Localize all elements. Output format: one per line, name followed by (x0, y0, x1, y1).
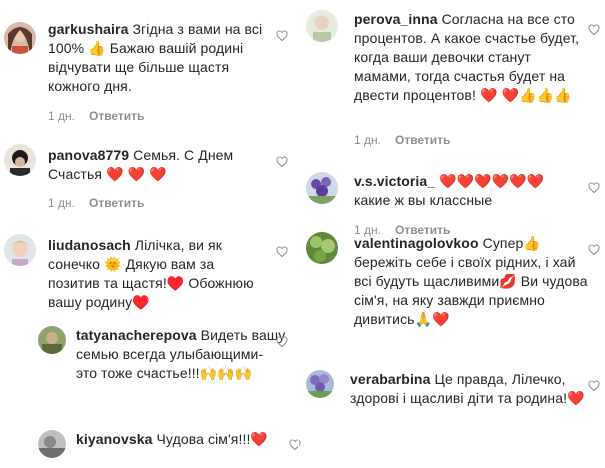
comment-username[interactable]: garkushaira (48, 21, 128, 37)
comment-garkushaira: garkushaira Згідна з вами на всі 100% 👍 Б… (0, 0, 298, 130)
reply-button[interactable]: Ответить (89, 196, 144, 210)
comment-time[interactable]: 1 дн. (48, 109, 75, 123)
reply-button[interactable]: Ответить (89, 109, 144, 123)
comment-kiyanovska: kiyanovska Чудова сім'я!!!❤️ (0, 420, 301, 468)
like-heart-icon[interactable] (588, 24, 600, 36)
comment-body: panova8779 Семья. С Днем Счастья ❤️ ❤️ ❤️ (48, 146, 248, 184)
comment-body: valentinagolovkoo Супер👍 бережіть себе і … (354, 234, 590, 329)
comment-username[interactable]: kiyanovska (76, 431, 153, 447)
comment-body: v.s.victoria_ ❤️❤️❤️❤️❤️❤️ какие ж вы кла… (354, 172, 554, 210)
like-heart-icon[interactable] (276, 30, 288, 42)
avatar[interactable] (4, 144, 36, 176)
comment-meta: 1 дн. Ответить (48, 109, 144, 123)
like-heart-icon[interactable] (276, 336, 288, 348)
reply-button[interactable]: Ответить (395, 133, 450, 147)
comment-text: Чудова сім'я!!!❤️ (156, 431, 268, 447)
like-heart-icon[interactable] (289, 439, 301, 451)
comment-body: tatyanacherepova Видеть вашу семью всегда… (76, 326, 286, 383)
comment-valentinagolovkoo: valentinagolovkoo Супер👍 бережіть себе і … (300, 224, 605, 344)
avatar[interactable] (306, 10, 338, 42)
avatar[interactable] (306, 370, 334, 398)
comment-body: perova_inna Согласна на все сто процентов… (354, 10, 590, 105)
avatar[interactable] (306, 172, 338, 204)
comment-username[interactable]: valentinagolovkoo (354, 235, 479, 251)
comment-username[interactable]: tatyanacherepova (76, 327, 197, 343)
column-divider (298, 0, 299, 468)
avatar[interactable] (38, 326, 66, 354)
comment-tatyanacherepova: tatyanacherepova Видеть вашу семью всегда… (0, 322, 298, 402)
comment-username[interactable]: verabarbina (350, 371, 430, 387)
comment-body: garkushaira Згідна з вами на всі 100% 👍 Б… (48, 20, 278, 96)
comment-time[interactable]: 1 дн. (48, 196, 75, 210)
comment-time[interactable]: 1 дн. (354, 133, 381, 147)
comment-meta: 1 дн. Ответить (48, 196, 144, 210)
like-heart-icon[interactable] (588, 182, 600, 194)
comment-username[interactable]: perova_inna (354, 11, 438, 27)
like-heart-icon[interactable] (276, 246, 288, 258)
comment-perova_inna: perova_inna Согласна на все сто процентов… (300, 0, 605, 160)
like-heart-icon[interactable] (276, 156, 288, 168)
comment-username[interactable]: panova8779 (48, 147, 129, 163)
comment-body: verabarbina Це правда, Лілечко, здорові і… (350, 370, 586, 408)
comment-username[interactable]: liudanosach (48, 237, 131, 253)
comment-body: liudanosach Лілічка, ви як сонечко 🌞 Дяку… (48, 236, 258, 312)
comment-username[interactable]: v.s.victoria_ (354, 173, 435, 189)
comment-body: kiyanovska Чудова сім'я!!!❤️ (76, 430, 276, 449)
like-heart-icon[interactable] (588, 380, 600, 392)
avatar[interactable] (306, 232, 338, 264)
comment-panova8779: panova8779 Семья. С Днем Счастья ❤️ ❤️ ❤️… (0, 130, 298, 220)
avatar[interactable] (4, 234, 36, 266)
avatar[interactable] (4, 22, 36, 54)
comment-liudanosach: liudanosach Лілічка, ви як сонечко 🌞 Дяку… (0, 220, 298, 330)
like-heart-icon[interactable] (588, 244, 600, 256)
comment-verabarbina: verabarbina Це правда, Лілечко, здорові і… (300, 360, 605, 440)
comment-v.s.victoria_: v.s.victoria_ ❤️❤️❤️❤️❤️❤️ какие ж вы кла… (300, 160, 605, 237)
avatar[interactable] (38, 430, 66, 458)
comment-meta: 1 дн. Ответить (354, 133, 450, 147)
